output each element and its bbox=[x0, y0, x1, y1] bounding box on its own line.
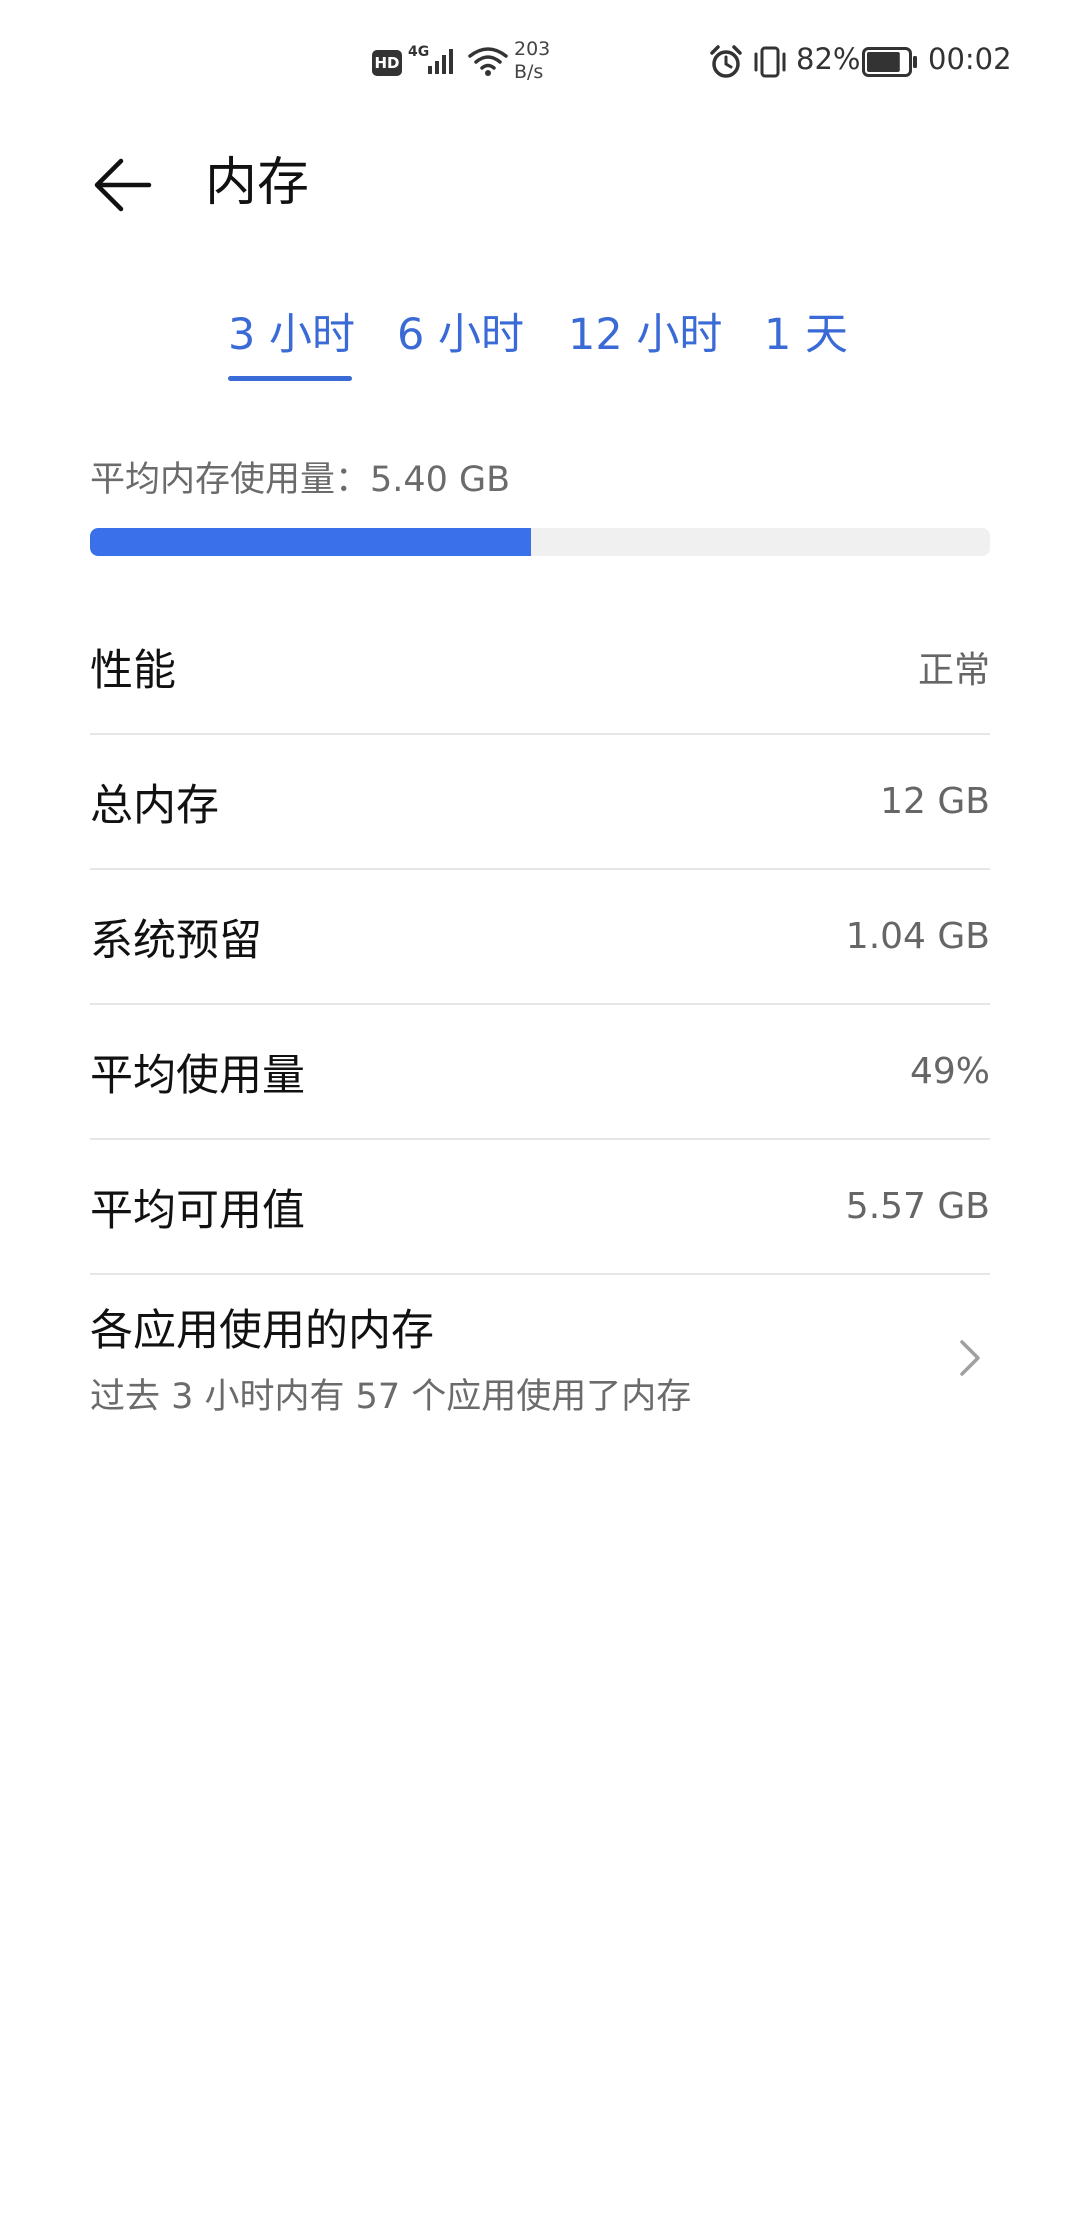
memory-usage-bar bbox=[90, 528, 990, 556]
page-title: 内存 bbox=[205, 153, 310, 213]
total-memory-row: 总内存 12 GB bbox=[90, 735, 990, 870]
average-usage-row: 平均使用量 49% bbox=[90, 1005, 990, 1140]
app-memory-texts: 各应用使用的内存 过去 3 小时内有 57 个应用使用了内存 bbox=[90, 1296, 691, 1419]
battery-icon bbox=[862, 47, 918, 77]
status-bar: HD 4G 203 B/s 82% 00:02 bbox=[0, 0, 1080, 128]
time-range-tabs: 3 小时 6 小时 12 小时 1 天 bbox=[0, 300, 1080, 390]
row-value: 正常 bbox=[917, 649, 990, 691]
alarm-icon bbox=[708, 44, 744, 80]
performance-row: 性能 正常 bbox=[90, 600, 990, 735]
app-memory-usage-row[interactable]: 各应用使用的内存 过去 3 小时内有 57 个应用使用了内存 bbox=[90, 1275, 990, 1440]
row-label: 系统预留 bbox=[90, 915, 262, 966]
row-label: 性能 bbox=[90, 645, 176, 696]
signal-icon bbox=[426, 44, 460, 76]
row-value: 12 GB bbox=[880, 781, 990, 822]
chevron-right-icon bbox=[950, 1333, 990, 1383]
tab-6-hours[interactable]: 6 小时 bbox=[397, 300, 524, 370]
average-memory-usage-label: 平均内存使用量：5.40 GB bbox=[90, 460, 511, 500]
speed-value: 203 bbox=[514, 38, 551, 60]
app-memory-title: 各应用使用的内存 bbox=[90, 1306, 434, 1356]
memory-info-list: 性能 正常 总内存 12 GB 系统预留 1.04 GB 平均使用量 49% 平… bbox=[90, 600, 990, 1440]
system-reserved-row: 系统预留 1.04 GB bbox=[90, 870, 990, 1005]
row-label: 平均可用值 bbox=[90, 1185, 305, 1236]
average-available-row: 平均可用值 5.57 GB bbox=[90, 1140, 990, 1275]
speed-unit: B/s bbox=[514, 61, 544, 83]
app-bar: 内存 bbox=[0, 128, 1080, 238]
row-value: 5.57 GB bbox=[845, 1186, 990, 1227]
tab-indicator bbox=[228, 376, 352, 381]
row-value: 1.04 GB bbox=[845, 916, 990, 957]
tab-12-hours[interactable]: 12 小时 bbox=[568, 300, 722, 370]
clock: 00:02 bbox=[928, 42, 1012, 76]
app-memory-subtitle: 过去 3 小时内有 57 个应用使用了内存 bbox=[90, 1377, 692, 1417]
vibrate-icon bbox=[750, 44, 790, 80]
tab-1-day[interactable]: 1 天 bbox=[764, 300, 848, 370]
network-speed: 203 B/s bbox=[514, 38, 550, 84]
back-arrow-icon bbox=[94, 158, 152, 212]
memory-usage-fill bbox=[90, 528, 531, 556]
row-value: 49% bbox=[909, 1051, 990, 1092]
tab-3-hours[interactable]: 3 小时 bbox=[228, 300, 355, 370]
row-label: 平均使用量 bbox=[90, 1050, 305, 1101]
hd-badge: HD bbox=[372, 50, 402, 76]
memory-screen: HD 4G 203 B/s 82% 00:02 内存 3 小时 6 小时 12 … bbox=[0, 0, 1080, 2228]
row-label: 总内存 bbox=[90, 780, 219, 831]
wifi-icon bbox=[468, 44, 508, 78]
battery-percent: 82% bbox=[796, 42, 861, 76]
back-button[interactable] bbox=[80, 142, 166, 228]
